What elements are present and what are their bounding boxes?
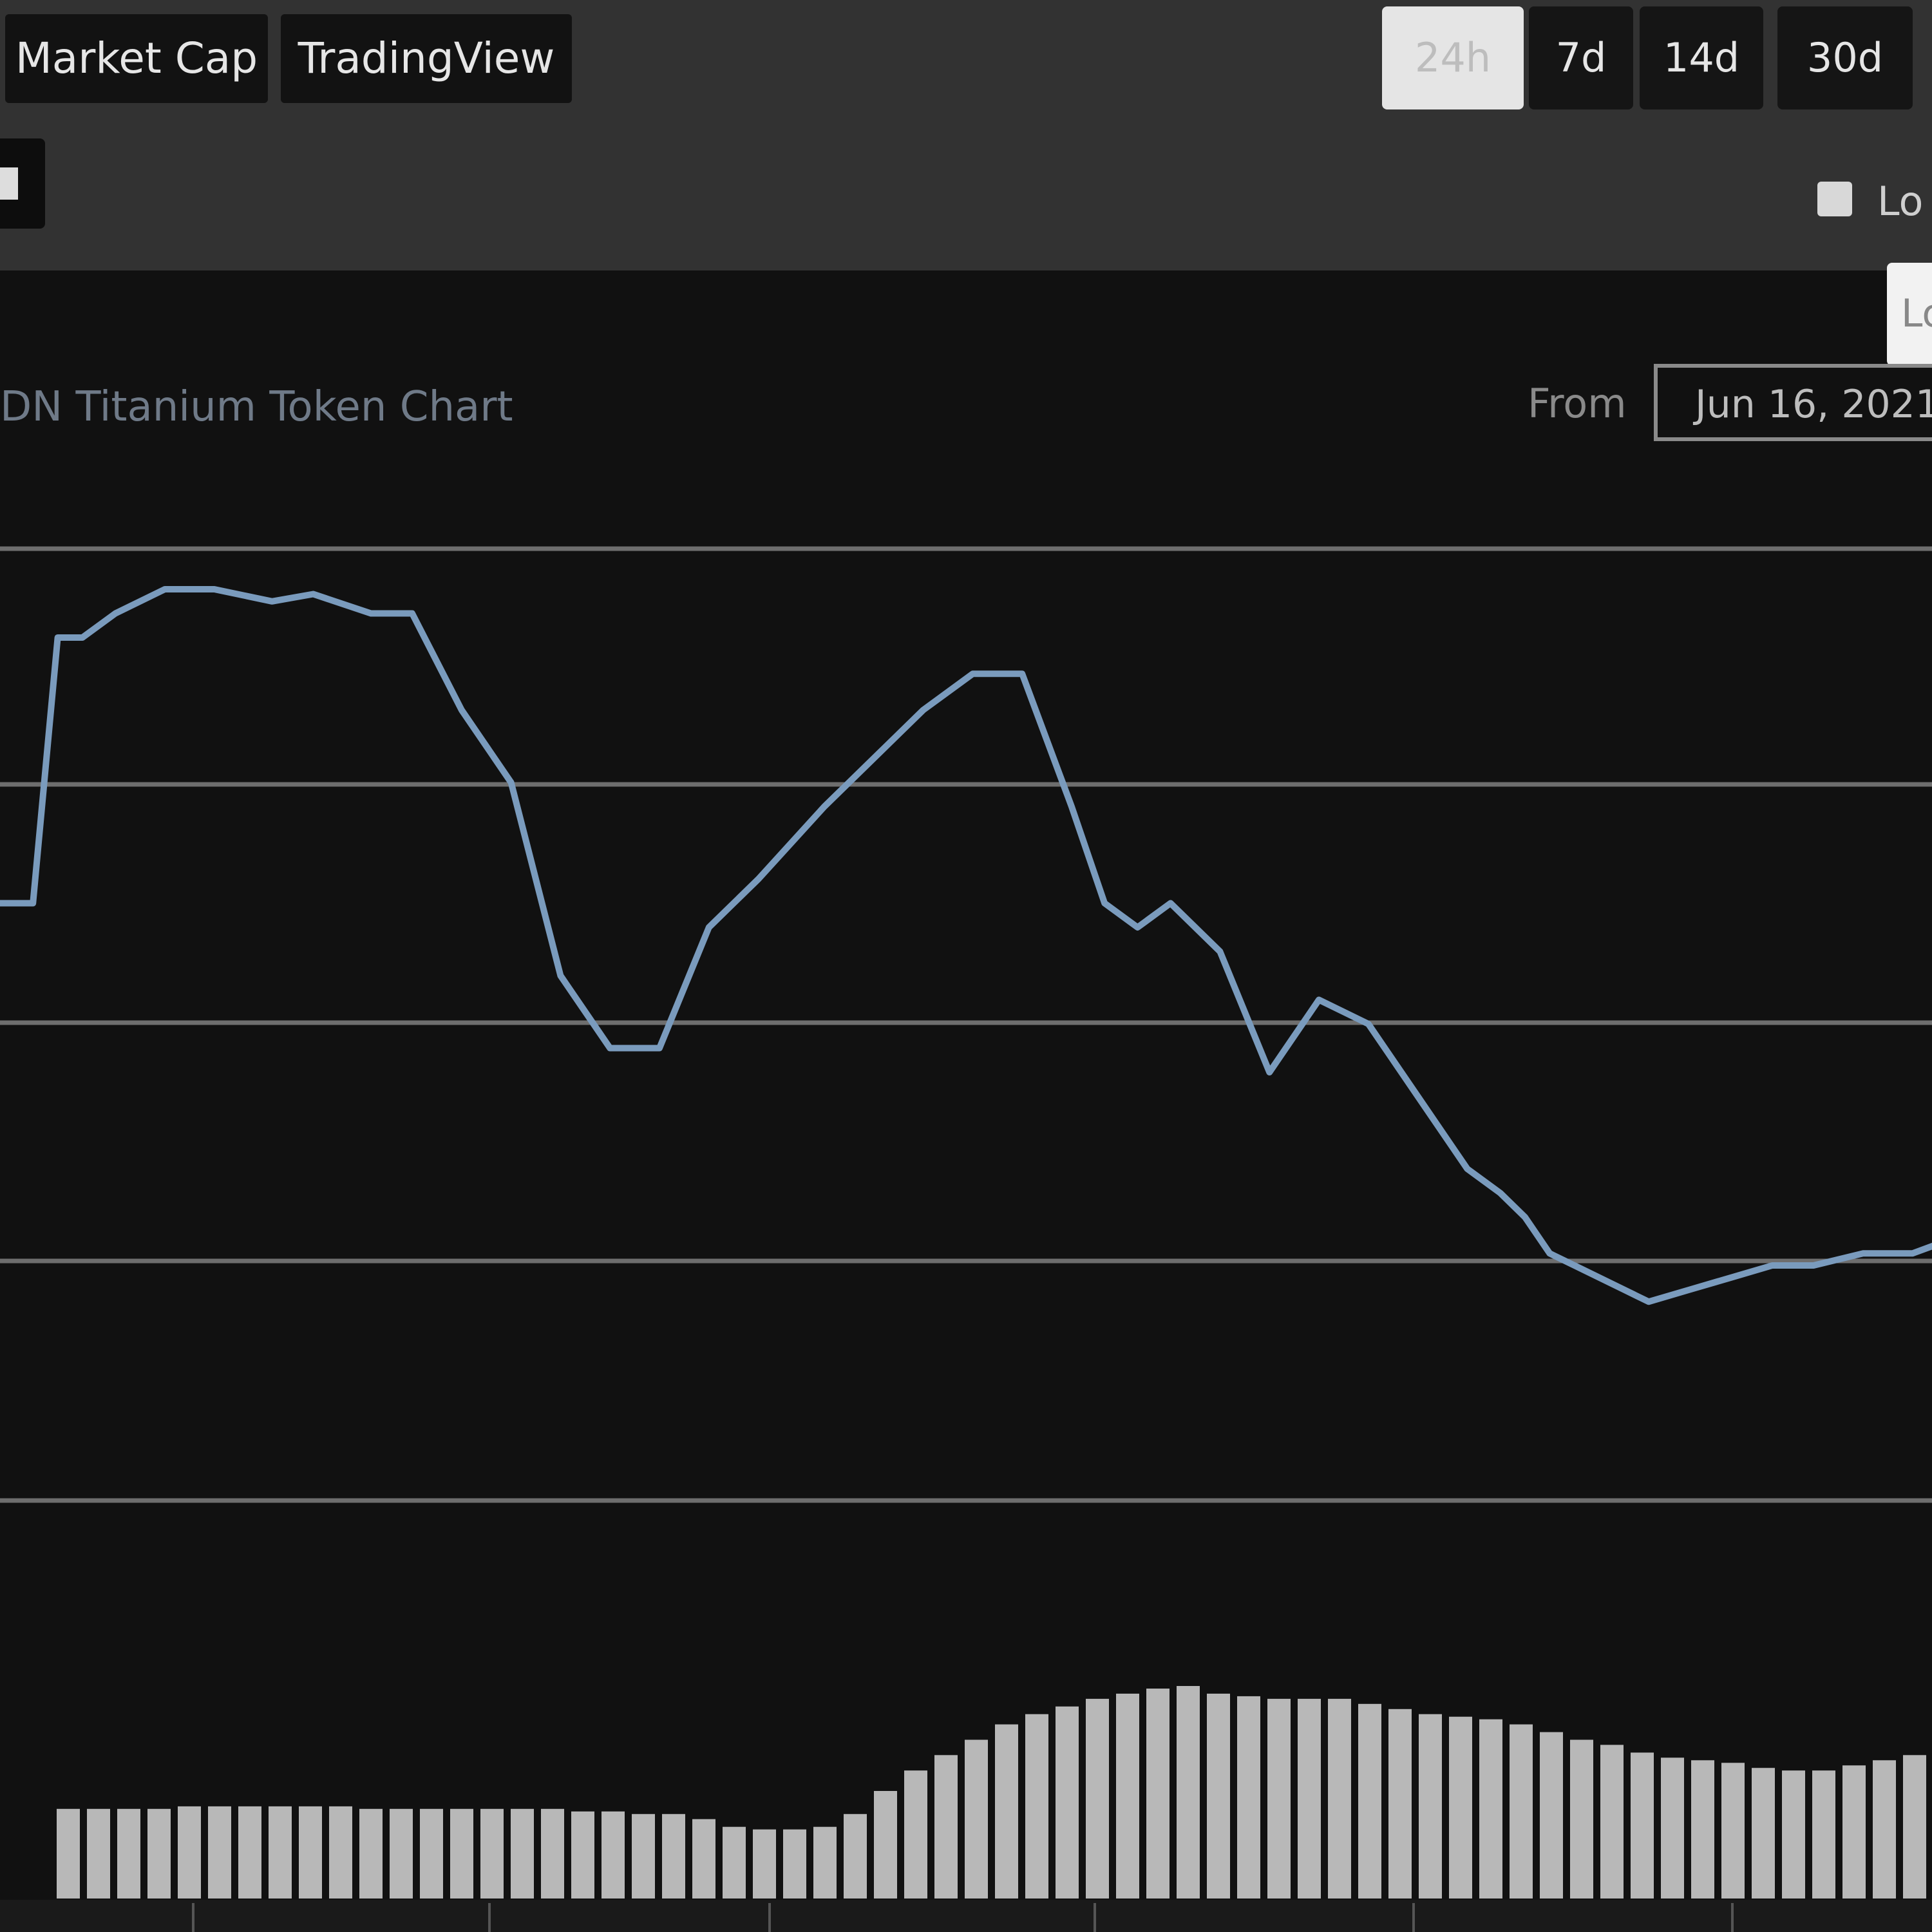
volume-bar — [1721, 1763, 1745, 1899]
volume-bar — [1267, 1698, 1291, 1899]
volume-bar — [1903, 1755, 1926, 1899]
volume-bar — [57, 1808, 80, 1899]
volume-bar — [1358, 1703, 1381, 1899]
volume-bar — [1328, 1698, 1351, 1899]
volume-bar — [541, 1808, 564, 1899]
volume-bar — [1449, 1716, 1472, 1899]
volume-bar — [390, 1808, 413, 1899]
volume-bar — [965, 1739, 988, 1899]
volume-bar — [329, 1806, 352, 1899]
volume-bar — [1600, 1745, 1624, 1899]
volume-bar — [1842, 1765, 1866, 1899]
x-axis-strip — [0, 1900, 1932, 1932]
volume-bar — [1207, 1693, 1230, 1899]
volume-bar — [238, 1806, 261, 1899]
volume-bar — [723, 1826, 746, 1899]
volume-bar — [87, 1808, 110, 1899]
volume-bar — [692, 1819, 715, 1899]
volume-bar — [269, 1806, 292, 1899]
volume-bar — [1177, 1686, 1200, 1899]
volume-bar — [662, 1814, 685, 1899]
volume-bar — [1298, 1698, 1321, 1899]
volume-bar — [934, 1755, 958, 1899]
price-chart[interactable] — [0, 0, 1932, 1932]
volume-bar — [1752, 1768, 1775, 1899]
volume-bar — [1873, 1760, 1896, 1899]
volume-bar — [1116, 1693, 1139, 1899]
volume-bar — [783, 1829, 806, 1899]
volume-bar — [299, 1806, 322, 1899]
volume-bar — [147, 1808, 171, 1899]
volume-bar — [420, 1808, 443, 1899]
volume-bar — [1237, 1696, 1260, 1899]
volume-bar — [1691, 1760, 1714, 1899]
volume-bar — [813, 1826, 837, 1899]
volume-bar — [1540, 1732, 1563, 1899]
volume-bar — [1631, 1752, 1654, 1899]
volume-bar — [1479, 1719, 1502, 1899]
volume-bar — [1510, 1724, 1533, 1899]
volume-bar — [178, 1806, 201, 1899]
volume-bar — [1056, 1706, 1079, 1899]
volume-bar — [1570, 1739, 1593, 1899]
volume-bar — [1086, 1698, 1109, 1899]
volume-bar — [904, 1770, 927, 1899]
volume-bar — [1025, 1714, 1048, 1899]
volume-bar — [1388, 1709, 1412, 1899]
volume-bar — [1146, 1689, 1170, 1899]
price-line — [0, 586, 1932, 1305]
volume-bar — [511, 1808, 534, 1899]
volume-bar — [117, 1808, 140, 1899]
volume-bar — [208, 1806, 231, 1899]
volume-bar — [844, 1814, 867, 1899]
volume-bar — [874, 1791, 897, 1899]
volume-bar — [753, 1829, 776, 1899]
volume-bar — [1419, 1714, 1442, 1899]
volume-bar — [1661, 1757, 1684, 1899]
volume-bar — [1812, 1770, 1835, 1899]
volume-bar — [601, 1811, 625, 1899]
volume-bar — [359, 1808, 383, 1899]
volume-bar — [450, 1808, 473, 1899]
volume-bar — [1782, 1770, 1805, 1899]
volume-bar — [480, 1808, 504, 1899]
volume-bar — [571, 1811, 594, 1899]
volume-bar — [632, 1814, 655, 1899]
volume-bar — [995, 1724, 1018, 1899]
